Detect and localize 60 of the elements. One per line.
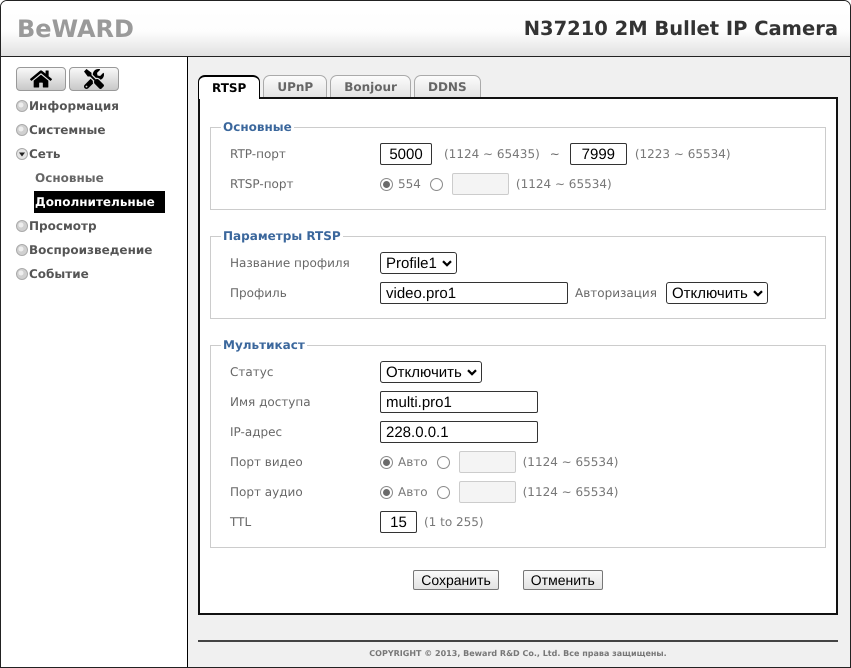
radio-label: 554 [398, 177, 421, 191]
field-label: Авторизация [575, 286, 657, 300]
radio-label: Авто [398, 455, 428, 469]
range-separator: ~ [550, 147, 560, 161]
tab[interactable]: DDNS [414, 75, 481, 97]
menu-item[interactable]: Системные [16, 118, 187, 142]
range-hint: (1 to 255) [424, 515, 484, 529]
tools-icon [83, 69, 105, 89]
radio-button[interactable] [380, 486, 393, 498]
field-label: Порт аудио [230, 485, 304, 499]
field-label: RTSP-порт [230, 177, 295, 191]
port-field[interactable]: 5000 [380, 143, 432, 165]
field-label: Название профиля [230, 256, 351, 270]
field-label: Порт видео [230, 455, 304, 469]
text-field[interactable]: multi.pro1 [380, 391, 538, 413]
range-hint: (1124 ~ 65534) [516, 177, 612, 191]
chevron-down-icon [442, 260, 452, 266]
range-hint: (1124 ~ 65534) [522, 485, 618, 499]
tab[interactable]: RTSP [198, 75, 260, 99]
field-label: Статус [230, 365, 274, 379]
submenu-item[interactable]: Дополнительные [34, 191, 165, 213]
submenu-item[interactable]: Основные [34, 167, 114, 189]
radio-label: Авто [398, 485, 428, 499]
chevron-down-icon [752, 290, 763, 296]
radio-button[interactable] [380, 178, 393, 190]
field-label: TTL [230, 515, 252, 529]
logo: BeWARD [17, 14, 134, 42]
text-field[interactable]: 228.0.0.1 [380, 421, 538, 443]
dropdown[interactable]: Profile1 [380, 252, 457, 274]
field-label: Профиль [230, 286, 288, 300]
dropdown[interactable]: Отключить [666, 282, 768, 304]
home-icon [30, 69, 52, 89]
text-field[interactable]: video.pro1 [380, 282, 568, 304]
group-title: Мультикаст [222, 338, 306, 352]
menu-item[interactable]: Просмотр [16, 214, 187, 238]
home-button[interactable] [16, 67, 66, 91]
port-field[interactable]: 7999 [570, 143, 627, 165]
dropdown[interactable]: Отключить [380, 361, 482, 383]
tools-button[interactable] [69, 67, 119, 91]
group-title: Основные [222, 120, 293, 134]
menu-item[interactable]: Воспроизведение [16, 238, 187, 262]
range-hint: (1223 ~ 65534) [634, 147, 731, 161]
field-label: RTP-порт [230, 147, 287, 161]
copyright-text: COPYRIGHT © 2013, Beward R&D Co., Ltd. Все права защищены. [369, 649, 667, 658]
range-hint: (1124 ~ 65534) [522, 455, 618, 469]
save-button[interactable]: Сохранить [413, 570, 499, 590]
chevron-down-icon [466, 368, 477, 376]
group-title: Параметры RTSP [222, 229, 342, 243]
cancel-button[interactable]: Отменить [522, 570, 603, 590]
range-hint: (1124 ~ 65435) [444, 147, 540, 161]
number-field[interactable]: 15 [380, 511, 417, 533]
menu-item[interactable]: Информация [16, 94, 187, 118]
field-label: Имя доступа [230, 395, 312, 409]
menu-item[interactable]: Событие [16, 262, 187, 286]
field-label: IP-адрес [230, 425, 284, 439]
tab[interactable]: UPnP [263, 75, 328, 97]
page-title: N37210 2M Bullet IP Camera [524, 17, 838, 40]
tab[interactable]: Bonjour [330, 75, 411, 97]
menu-item[interactable]: Сеть [16, 142, 187, 166]
radio-button[interactable] [380, 456, 393, 468]
